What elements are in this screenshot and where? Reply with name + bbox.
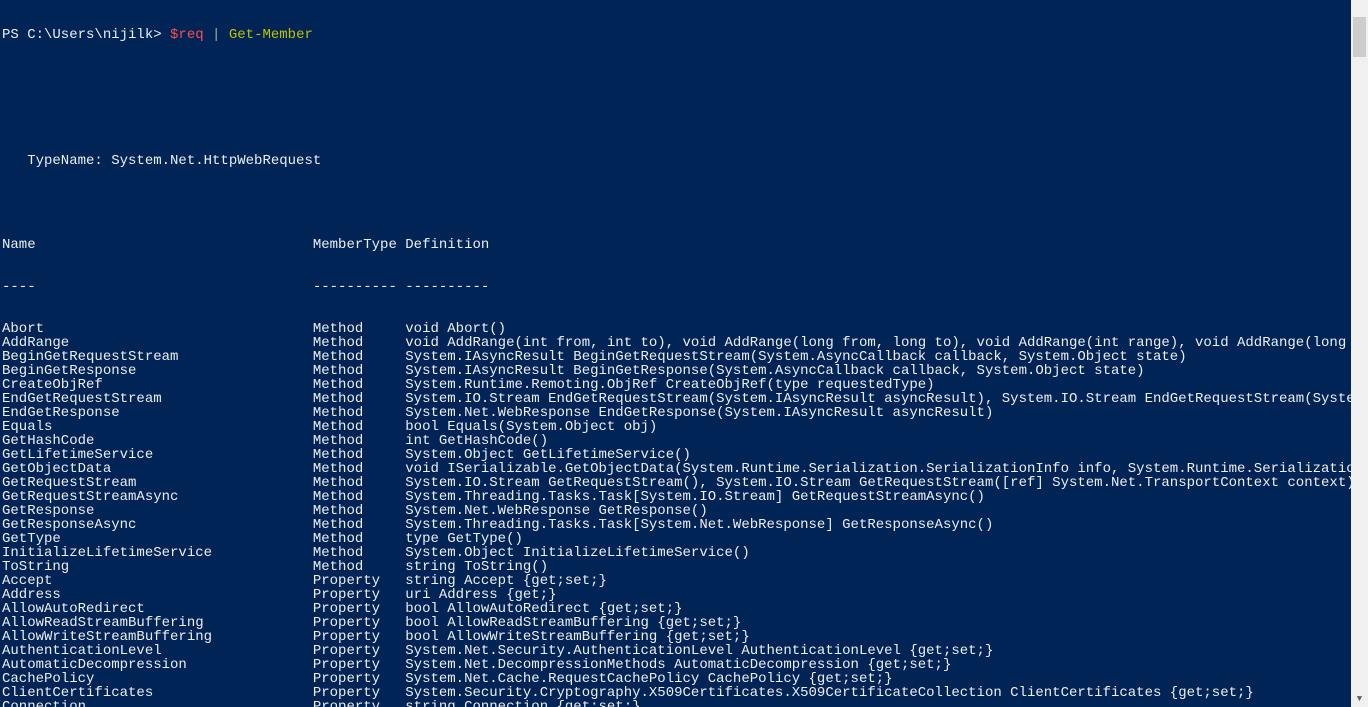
scroll-thumb[interactable]: [1353, 17, 1366, 57]
prompt-pipe: |: [204, 27, 229, 43]
member-row: CachePolicy Property System.Net.Cache.Re…: [2, 672, 1351, 686]
member-row: AddRange Method void AddRange(int from, …: [2, 336, 1351, 350]
member-row: ClientCertificates Property System.Secur…: [2, 686, 1351, 700]
member-row: GetResponseAsync Method System.Threading…: [2, 518, 1351, 532]
typename-line: TypeName: System.Net.HttpWebRequest: [2, 154, 1351, 168]
header-line: Name MemberType Definition: [2, 238, 1351, 252]
scroll-down-button[interactable]: ▼: [1351, 690, 1368, 707]
prompt-cmdlet: Get-Member: [229, 27, 313, 43]
prompt-line: PS C:\Users\nijilk> $req | Get-Member: [2, 28, 1351, 42]
member-row: EndGetResponse Method System.Net.WebResp…: [2, 406, 1351, 420]
prompt-path: PS C:\Users\nijilk>: [2, 27, 170, 43]
member-row: GetRequestStream Method System.IO.Stream…: [2, 476, 1351, 490]
member-row: AllowAutoRedirect Property bool AllowAut…: [2, 602, 1351, 616]
member-row: AllowReadStreamBuffering Property bool A…: [2, 616, 1351, 630]
member-row: GetObjectData Method void ISerializable.…: [2, 462, 1351, 476]
member-row: BeginGetResponse Method System.IAsyncRes…: [2, 364, 1351, 378]
member-row: AutomaticDecompression Property System.N…: [2, 658, 1351, 672]
member-row: Accept Property string Accept {get;set;}: [2, 574, 1351, 588]
member-row: Address Property uri Address {get;}: [2, 588, 1351, 602]
scroll-track[interactable]: [1351, 17, 1368, 690]
member-row: AllowWriteStreamBuffering Property bool …: [2, 630, 1351, 644]
member-row: Connection Property string Connection {g…: [2, 700, 1351, 707]
powershell-terminal[interactable]: PS C:\Users\nijilk> $req | Get-Member Ty…: [0, 0, 1351, 707]
prompt-variable: $req: [170, 27, 204, 43]
member-row: AuthenticationLevel Property System.Net.…: [2, 644, 1351, 658]
member-row: GetRequestStreamAsync Method System.Thre…: [2, 490, 1351, 504]
blank-line: [2, 70, 1351, 84]
member-row: CreateObjRef Method System.Runtime.Remot…: [2, 378, 1351, 392]
member-row: BeginGetRequestStream Method System.IAsy…: [2, 350, 1351, 364]
member-row: Abort Method void Abort(): [2, 322, 1351, 336]
member-row: InitializeLifetimeService Method System.…: [2, 546, 1351, 560]
vertical-scrollbar[interactable]: ▲ ▼: [1351, 0, 1368, 707]
member-row: EndGetRequestStream Method System.IO.Str…: [2, 392, 1351, 406]
member-row: GetHashCode Method int GetHashCode(): [2, 434, 1351, 448]
member-row: GetResponse Method System.Net.WebRespons…: [2, 504, 1351, 518]
member-row: ToString Method string ToString(): [2, 560, 1351, 574]
member-row: GetType Method type GetType(): [2, 532, 1351, 546]
member-row: Equals Method bool Equals(System.Object …: [2, 420, 1351, 434]
blank-line: [2, 112, 1351, 126]
blank-line: [2, 196, 1351, 210]
underline-line: ---- ---------- ----------: [2, 280, 1351, 294]
member-row: GetLifetimeService Method System.Object …: [2, 448, 1351, 462]
